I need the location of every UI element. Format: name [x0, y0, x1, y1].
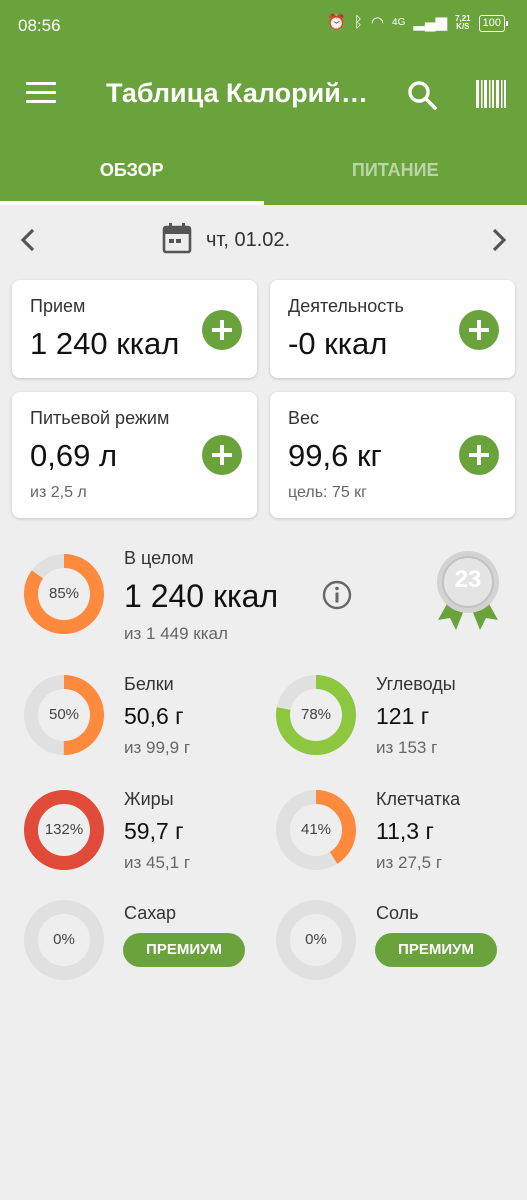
status-time: 08:56 — [18, 16, 61, 35]
sugar-percent: 0% — [53, 931, 75, 948]
network-speed: 7,21 K/S — [455, 15, 471, 31]
protein-progress-ring: 50% — [22, 673, 106, 757]
battery-icon: 100 — [478, 14, 509, 32]
app-title: Таблица Калорий… — [106, 78, 368, 108]
add-intake-button[interactable] — [202, 310, 242, 350]
tab-bar: ОБЗОР ПИТАНИЕ — [0, 144, 527, 205]
fiber-value: 11,3 г — [376, 818, 434, 844]
salt-premium-button[interactable]: ПРЕМИУМ — [375, 933, 497, 967]
medal-badge-count: 23 — [454, 566, 482, 593]
info-icon[interactable] — [322, 580, 352, 610]
weight-value: 99,6 кг — [288, 438, 382, 473]
carbs-label: Углеводы — [376, 674, 456, 694]
signal-icon: ▂▄▆ — [413, 14, 448, 31]
water-goal: из 2,5 л — [30, 484, 87, 501]
tab-nutrition[interactable]: ПИТАНИЕ — [264, 144, 527, 205]
carbs-percent: 78% — [300, 706, 332, 723]
activity-value: -0 ккал — [288, 326, 388, 361]
add-water-button[interactable] — [202, 435, 242, 475]
protein-label: Белки — [124, 674, 174, 694]
protein-value: 50,6 г — [124, 703, 184, 729]
fat-value: 59,7 г — [124, 818, 184, 844]
fiber-percent: 41% — [300, 821, 332, 838]
date-label: чт, 01.02. — [206, 229, 291, 251]
menu-icon[interactable] — [26, 82, 56, 106]
carbs-progress-ring: 78% — [274, 673, 358, 757]
protein-percent: 50% — [48, 706, 80, 723]
intake-card[interactable]: Прием 1 240 ккал — [12, 280, 257, 378]
overall-progress-ring: 85% — [22, 552, 106, 636]
add-weight-button[interactable] — [459, 435, 499, 475]
date-selector[interactable]: чт, 01.02. — [162, 222, 290, 259]
fiber-label: Клетчатка — [376, 789, 461, 809]
status-bar: 08:56 ⏰ ᛒ ◠ 4G ▂▄▆ 7,21 K/S 100 — [0, 0, 527, 54]
fiber-goal: из 27,5 г — [376, 853, 443, 872]
medal-badge-icon[interactable]: 23 — [434, 550, 502, 632]
fat-goal: из 45,1 г — [124, 853, 191, 872]
water-value: 0,69 л — [30, 438, 118, 473]
chevron-left-icon[interactable] — [14, 225, 42, 255]
network-label: 4G — [392, 17, 406, 28]
salt-progress-ring: 0% — [274, 898, 358, 982]
tab-overview[interactable]: ОБЗОР — [0, 144, 264, 205]
add-activity-button[interactable] — [459, 310, 499, 350]
calendar-icon — [162, 222, 192, 259]
fat-progress-ring: 132% — [22, 788, 106, 872]
carbs-value: 121 г — [376, 703, 430, 729]
activity-label: Деятельность — [288, 296, 404, 316]
bluetooth-icon: ᛒ — [353, 14, 363, 31]
sugar-label: Сахар — [124, 903, 177, 923]
barcode-icon[interactable] — [476, 80, 506, 108]
water-card[interactable]: Питьевой режим 0,69 л из 2,5 л — [12, 392, 257, 518]
fat-percent: 132% — [44, 821, 84, 838]
network-speed-unit: K/S — [456, 22, 470, 31]
overall-percent: 85% — [48, 585, 80, 602]
weight-goal: цель: 75 кг — [288, 484, 367, 501]
carbs-goal: из 153 г — [376, 738, 438, 757]
wifi-icon: ◠ — [370, 14, 385, 31]
app-bar: Таблица Калорий… — [0, 54, 527, 144]
activity-card[interactable]: Деятельность -0 ккал — [270, 280, 515, 378]
sugar-premium-button[interactable]: ПРЕМИУМ — [123, 933, 245, 967]
weight-label: Вес — [288, 408, 320, 428]
weight-card[interactable]: Вес 99,6 кг цель: 75 кг — [270, 392, 515, 518]
alarm-icon: ⏰ — [327, 14, 346, 31]
water-label: Питьевой режим — [30, 408, 170, 428]
salt-percent: 0% — [305, 931, 327, 948]
search-icon[interactable] — [405, 78, 439, 112]
intake-label: Прием — [30, 296, 86, 316]
sugar-progress-ring: 0% — [22, 898, 106, 982]
overall-label: В целом — [124, 548, 194, 568]
protein-goal: из 99,9 г — [124, 738, 191, 757]
intake-value: 1 240 ккал — [30, 326, 180, 361]
overall-value: 1 240 ккал — [124, 578, 279, 614]
salt-label: Соль — [376, 903, 419, 923]
fat-label: Жиры — [124, 789, 174, 809]
fiber-progress-ring: 41% — [274, 788, 358, 872]
overall-goal: из 1 449 ккал — [124, 624, 228, 643]
status-icons: ⏰ ᛒ ◠ 4G ▂▄▆ 7,21 K/S 100 — [327, 14, 509, 32]
chevron-right-icon[interactable] — [485, 225, 513, 255]
